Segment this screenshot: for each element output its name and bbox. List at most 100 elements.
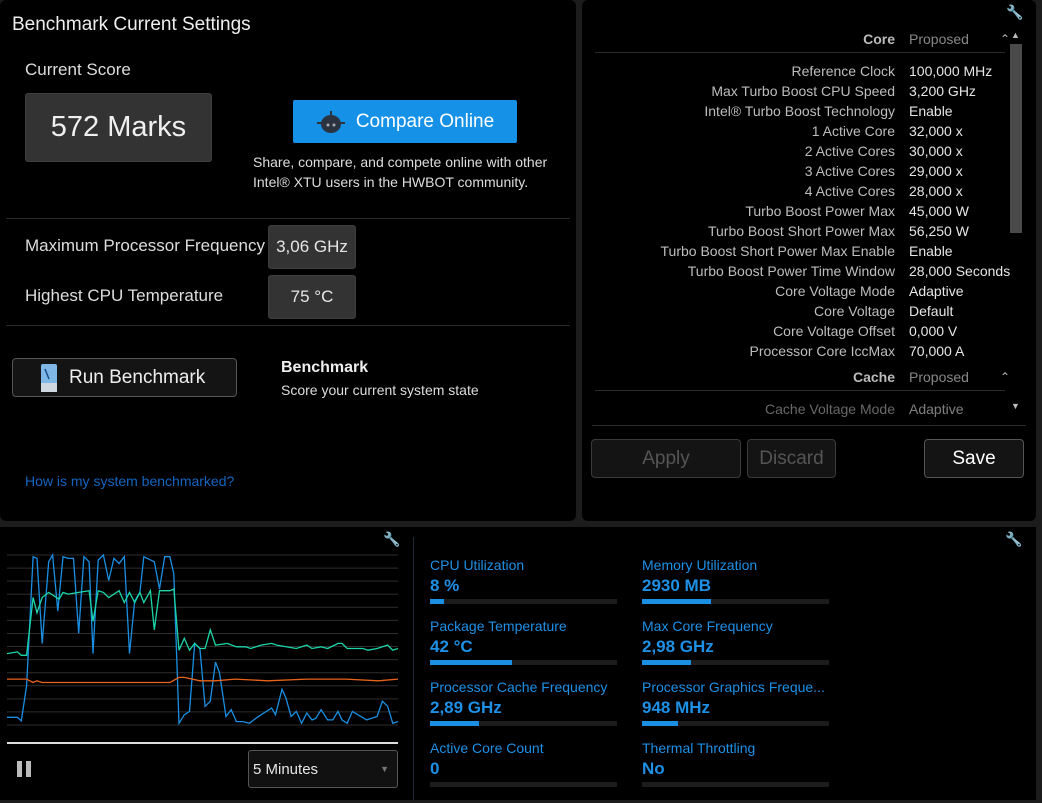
setting-label: Turbo Boost Short Power Max <box>707 223 895 239</box>
setting-row[interactable]: 4 Active Cores 28,000 x <box>592 181 1012 201</box>
section-header-cache[interactable]: Cache Proposed ⌃ <box>592 367 1012 387</box>
setting-row[interactable]: Core Voltage Mode Adaptive <box>592 281 1012 301</box>
setting-value: Enable <box>909 243 953 259</box>
scroll-up-arrow-icon[interactable]: ▲ <box>1011 30 1020 40</box>
metric-processor-graphics-freque: Processor Graphics Freque... 948 MHz <box>642 679 829 726</box>
setting-label: Max Turbo Boost CPU Speed <box>711 83 895 99</box>
scrollbar-thumb[interactable] <box>1010 44 1022 233</box>
performance-chart <box>7 552 398 726</box>
benchmark-description: Score your current system state <box>281 382 479 398</box>
setting-row[interactable]: Processor Core IccMax 70,000 A <box>592 341 1012 361</box>
setting-label: Core Voltage <box>814 303 895 319</box>
setting-label: Core Voltage Mode <box>775 283 895 299</box>
setting-label: 2 Active Cores <box>804 143 895 159</box>
setting-label: Turbo Boost Short Power Max Enable <box>660 243 896 259</box>
compare-online-label: Compare Online <box>355 110 495 132</box>
metric-package-temperature: Package Temperature 42 °C <box>430 618 617 665</box>
metric-thermal-throttling: Thermal Throttling No <box>642 740 829 787</box>
chart-settings-wrench-icon[interactable]: 🔧 <box>383 531 400 548</box>
settings-list: Core Proposed ⌃ Reference Clock 100,000 M… <box>592 28 1012 423</box>
run-benchmark-button[interactable]: Run Benchmark <box>12 358 237 397</box>
metric-memory-utilization: Memory Utilization 2930 MB <box>642 557 829 604</box>
scroll-down-arrow-icon[interactable]: ▼ <box>1011 401 1020 411</box>
setting-label: Reference Clock <box>791 63 896 79</box>
metric-bar-fill <box>642 599 712 604</box>
divider <box>6 325 570 326</box>
discard-button[interactable]: Discard <box>747 439 836 478</box>
chevron-down-icon: ▼ <box>380 764 389 774</box>
setting-label: 1 Active Core <box>811 123 895 139</box>
timespan-value: 5 Minutes <box>253 760 319 778</box>
setting-value: 32,000 x <box>909 123 963 139</box>
setting-row[interactable]: Turbo Boost Power Time Window 28,000 Seco… <box>592 261 1012 281</box>
chevron-up-icon[interactable]: ⌃ <box>1000 29 1010 49</box>
chart-baseline <box>7 742 398 744</box>
setting-label: 3 Active Cores <box>804 163 895 179</box>
metric-active-core-count: Active Core Count 0 <box>430 740 617 787</box>
metric-max-core-frequency: Max Core Frequency 2,98 GHz <box>642 618 829 665</box>
metrics-settings-wrench-icon[interactable]: 🔧 <box>1005 531 1022 548</box>
compare-desc-line: Share, compare, and compete online with … <box>253 154 548 170</box>
metric-bar-fill <box>642 721 678 726</box>
setting-row[interactable]: Turbo Boost Power Max 45,000 W <box>592 201 1012 221</box>
metric-bar <box>430 660 617 665</box>
section-header-core[interactable]: Core Proposed ⌃ <box>592 29 1012 49</box>
setting-label: Turbo Boost Power Time Window <box>687 263 895 279</box>
chevron-up-icon[interactable]: ⌃ <box>1000 367 1010 387</box>
timespan-select[interactable]: 5 Minutes ▼ <box>248 750 398 788</box>
metric-bar <box>430 599 617 604</box>
setting-value: Adaptive <box>909 283 964 299</box>
setting-row[interactable]: Turbo Boost Short Power Max 56,250 W <box>592 221 1012 241</box>
compare-desc-line: Intel® XTU users in the HWBOT community. <box>253 174 529 190</box>
setting-row[interactable]: 3 Active Cores 29,000 x <box>592 161 1012 181</box>
metric-value: 2,98 GHz <box>642 637 714 656</box>
max-temperature-value: 75 °C <box>268 275 356 319</box>
metric-bar <box>430 782 617 787</box>
series-line-cpu-utilization <box>7 552 398 726</box>
setting-value: 29,000 x <box>909 163 963 179</box>
metric-value: 42 °C <box>430 637 473 656</box>
compare-online-button[interactable]: Compare Online <box>293 100 517 143</box>
setting-row[interactable]: Core Voltage Offset 0,000 V <box>592 321 1012 341</box>
setting-row[interactable]: Turbo Boost Short Power Max Enable Enable <box>592 241 1012 261</box>
metric-bar <box>642 660 829 665</box>
score-display: 572 Marks <box>25 93 212 162</box>
setting-row[interactable]: Reference Clock 100,000 MHz <box>592 61 1012 81</box>
benchmark-panel: Benchmark Current Settings Current Score… <box>0 0 576 521</box>
setting-row[interactable]: Core Voltage Default <box>592 301 1012 321</box>
setting-value: 28,000 x <box>909 183 963 199</box>
setting-row[interactable]: 2 Active Cores 30,000 x <box>592 141 1012 161</box>
setting-row[interactable]: 1 Active Core 32,000 x <box>592 121 1012 141</box>
metric-value: 2930 MB <box>642 576 711 595</box>
current-score-label: Current Score <box>25 60 131 79</box>
benchmark-help-link[interactable]: How is my system benchmarked? <box>25 473 234 489</box>
setting-value: 3,200 GHz <box>909 83 976 99</box>
metric-label: Package Temperature <box>430 618 567 634</box>
divider <box>595 390 1005 391</box>
setting-label: Processor Core IccMax <box>749 343 895 359</box>
setting-label: Turbo Boost Power Max <box>745 203 895 219</box>
metric-label: Max Core Frequency <box>642 618 773 634</box>
metric-bar-fill <box>430 660 513 665</box>
metric-value: 8 % <box>430 576 460 595</box>
metric-label: Thermal Throttling <box>642 740 756 756</box>
setting-value: 56,250 W <box>909 223 969 239</box>
pause-icon[interactable] <box>17 761 31 777</box>
setting-label: Cache Voltage Mode <box>765 401 895 417</box>
series-line-package-temperature <box>7 588 398 656</box>
setting-row[interactable]: Intel® Turbo Boost Technology Enable <box>592 101 1012 121</box>
panel-title: Benchmark Current Settings <box>12 14 251 35</box>
apply-button[interactable]: Apply <box>591 439 741 478</box>
wrench-icon[interactable]: 🔧 <box>1006 4 1023 21</box>
setting-value: Enable <box>909 103 953 119</box>
metric-label: Processor Cache Frequency <box>430 679 608 695</box>
setting-value: Adaptive <box>909 401 964 417</box>
setting-row: Cache Voltage Mode Adaptive <box>592 399 1012 419</box>
setting-row[interactable]: Max Turbo Boost CPU Speed 3,200 GHz <box>592 81 1012 101</box>
divider <box>413 537 414 800</box>
metric-label: Memory Utilization <box>642 557 758 573</box>
save-button[interactable]: Save <box>924 439 1024 478</box>
monitor-panel: 🔧 🔧 5 Minutes ▼ CPU Utilization 8 % Memory… <box>0 527 1036 800</box>
proposed-column-label: Proposed <box>909 31 969 47</box>
metric-value: 0 <box>430 759 440 778</box>
